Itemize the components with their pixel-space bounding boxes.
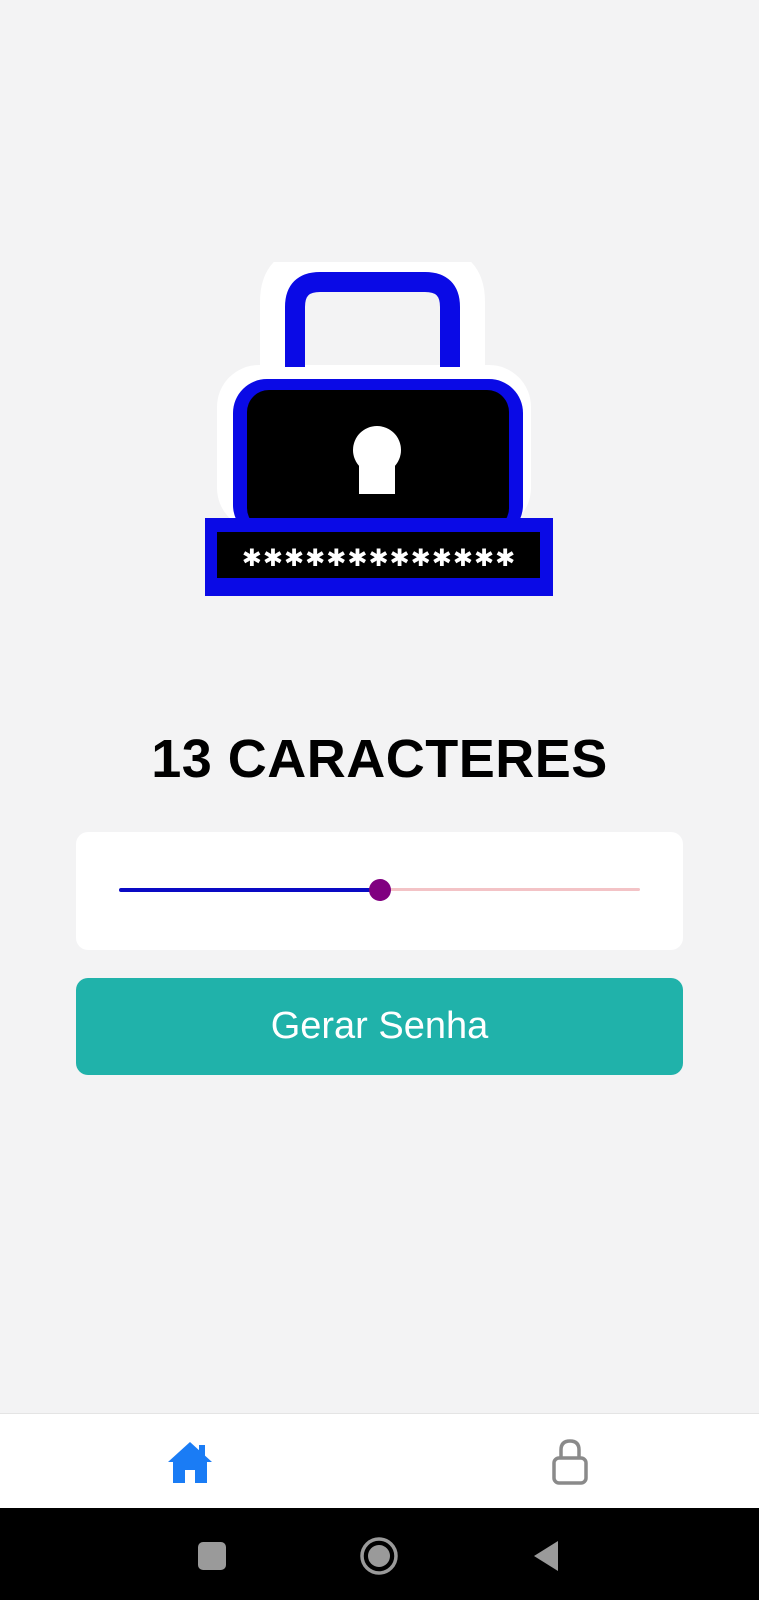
password-mask-text: ✱✱✱✱✱✱✱✱✱✱✱✱✱ <box>242 544 516 572</box>
slider-thumb[interactable] <box>369 879 391 901</box>
back-icon <box>534 1541 558 1571</box>
tab-home[interactable] <box>0 1414 380 1509</box>
home-icon <box>168 1441 212 1483</box>
home-screen: ✱✱✱✱✱✱✱✱✱✱✱✱✱ 13 CARACTERES Gerar Senha <box>0 0 759 1413</box>
padlock-password-icon: ✱✱✱✱✱✱✱✱✱✱✱✱✱ <box>205 262 553 596</box>
generate-password-button[interactable]: Gerar Senha <box>76 978 683 1075</box>
system-navigation-bar <box>0 1508 759 1600</box>
recents-button[interactable] <box>184 1528 240 1584</box>
length-slider-card <box>76 832 683 950</box>
slider-track-inactive[interactable] <box>376 888 640 891</box>
recents-icon <box>198 1542 226 1570</box>
home-circle-icon <box>360 1537 398 1575</box>
tab-lock[interactable] <box>380 1414 759 1509</box>
lock-icon <box>552 1438 588 1485</box>
back-button[interactable] <box>518 1528 574 1584</box>
length-label: 13 CARACTERES <box>151 729 608 789</box>
system-home-button[interactable] <box>351 1528 407 1584</box>
bottom-tab-bar <box>0 1413 759 1508</box>
slider-track-active[interactable] <box>119 888 376 892</box>
